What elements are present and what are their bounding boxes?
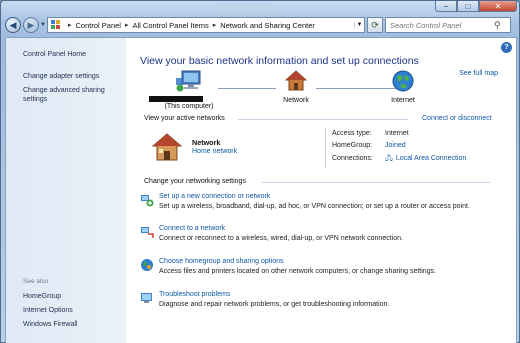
home-network-link[interactable]: Home network <box>192 148 237 155</box>
home-network-icon <box>152 133 182 161</box>
connect-network-icon <box>141 227 154 238</box>
sidebar: Control Panel Home Change adapter settin… <box>6 38 126 343</box>
connections-label: Connections: <box>332 155 373 162</box>
map-network[interactable]: Network <box>276 70 316 104</box>
navigation-row: ◀ ▶ ▼ ▸ Control Panel ▸ All Control Pane… <box>1 13 520 37</box>
connection-icon: 🖧 <box>385 155 393 162</box>
task-description: Diagnose and repair network problems, or… <box>159 301 390 308</box>
network-name: Network <box>192 138 221 147</box>
troubleshoot-icon <box>141 293 152 303</box>
task-description: Set up a wireless, broadband, dial-up, a… <box>159 203 470 210</box>
chevron-right-icon[interactable]: ▸ <box>125 21 129 29</box>
active-networks-heading: View your active networks <box>144 115 225 122</box>
new-connection-icon <box>141 195 154 207</box>
window-controls: − □ ✕ <box>435 1 517 12</box>
internet-label: Internet <box>391 97 415 104</box>
computer-name-redacted <box>144 96 234 103</box>
map-computer[interactable]: (This computer) <box>144 70 234 110</box>
divider <box>262 182 490 183</box>
globe-icon <box>392 70 414 92</box>
chevron-right-icon[interactable]: ▸ <box>213 21 217 29</box>
breadcrumb-control-panel[interactable]: Control Panel <box>76 21 121 30</box>
see-also-heading: See also <box>23 278 49 285</box>
local-area-connection-link[interactable]: Local Area Connection <box>396 155 466 162</box>
task-title[interactable]: Set up a new connection or network <box>159 193 270 200</box>
breadcrumb-network-sharing[interactable]: Network and Sharing Center <box>220 21 315 30</box>
task-title[interactable]: Troubleshoot problems <box>159 291 230 298</box>
search-box[interactable]: ⚲ <box>385 17 511 33</box>
title-blur <box>216 3 274 9</box>
house-icon <box>284 70 308 91</box>
maximize-button[interactable]: □ <box>457 1 479 12</box>
main-panel: View your basic network information and … <box>126 38 516 343</box>
access-type-row: Access type: Internet <box>332 130 409 137</box>
minimize-button[interactable]: − <box>435 1 457 12</box>
map-link-line <box>218 88 276 89</box>
sidebar-item-windows-firewall[interactable]: Windows Firewall <box>23 320 77 329</box>
settings-heading: Change your networking settings <box>144 178 246 185</box>
page-title: View your basic network information and … <box>140 55 419 67</box>
network-label: Network <box>283 97 309 104</box>
sidebar-item-advanced-sharing[interactable]: Change advanced sharing settings <box>23 86 118 104</box>
homegroup-label: HomeGroup: <box>332 142 373 149</box>
sidebar-item-change-adapter-settings[interactable]: Change adapter settings <box>23 72 99 81</box>
task-title[interactable]: Choose homegroup and sharing options <box>159 258 284 265</box>
address-bar[interactable]: ▸ Control Panel ▸ All Control Panel Item… <box>47 17 365 33</box>
sidebar-item-control-panel-home[interactable]: Control Panel Home <box>23 50 86 59</box>
forward-button[interactable]: ▶ <box>23 17 39 33</box>
control-panel-icon <box>51 20 61 30</box>
breadcrumb-all-items[interactable]: All Control Panel Items <box>132 21 208 30</box>
recent-pages-dropdown[interactable]: ▼ <box>40 22 46 28</box>
task-title[interactable]: Connect to a network <box>159 225 225 232</box>
title-bar: − □ ✕ <box>1 1 520 13</box>
task-description: Access files and printers located on oth… <box>159 268 437 275</box>
content-area: Control Panel Home Change adapter settin… <box>5 37 517 343</box>
chevron-right-icon[interactable]: ▸ <box>68 21 72 29</box>
homegroup-row: HomeGroup: Joined <box>332 142 406 149</box>
close-button[interactable]: ✕ <box>479 1 517 12</box>
sidebar-item-homegroup[interactable]: HomeGroup <box>23 292 61 301</box>
divider <box>238 119 408 120</box>
access-type-value: Internet <box>385 130 409 137</box>
search-input[interactable] <box>390 20 494 30</box>
vertical-divider <box>325 128 326 168</box>
explorer-window: − □ ✕ ◀ ▶ ▼ ▸ Control Panel ▸ All Contro… <box>0 0 520 343</box>
access-type-label: Access type: <box>332 130 372 137</box>
homegroup-joined-link[interactable]: Joined <box>385 142 406 149</box>
back-button[interactable]: ◀ <box>5 17 21 33</box>
computer-label: (This computer) <box>164 103 214 110</box>
connections-row: Connections: 🖧 Local Area Connection <box>332 154 466 165</box>
see-full-map-link[interactable]: See full map <box>459 70 498 77</box>
connect-disconnect-link[interactable]: Connect or disconnect <box>422 115 492 122</box>
address-dropdown-icon[interactable]: ▼ <box>354 22 364 28</box>
task-description: Connect or reconnect to a wireless, wire… <box>159 235 403 242</box>
homegroup-icon <box>141 259 153 271</box>
search-icon[interactable]: ⚲ <box>494 20 501 31</box>
map-internet[interactable]: Internet <box>381 70 425 104</box>
computer-icon <box>176 70 201 92</box>
sidebar-item-internet-options[interactable]: Internet Options <box>23 306 73 315</box>
refresh-button[interactable]: ⟳ <box>367 17 383 33</box>
